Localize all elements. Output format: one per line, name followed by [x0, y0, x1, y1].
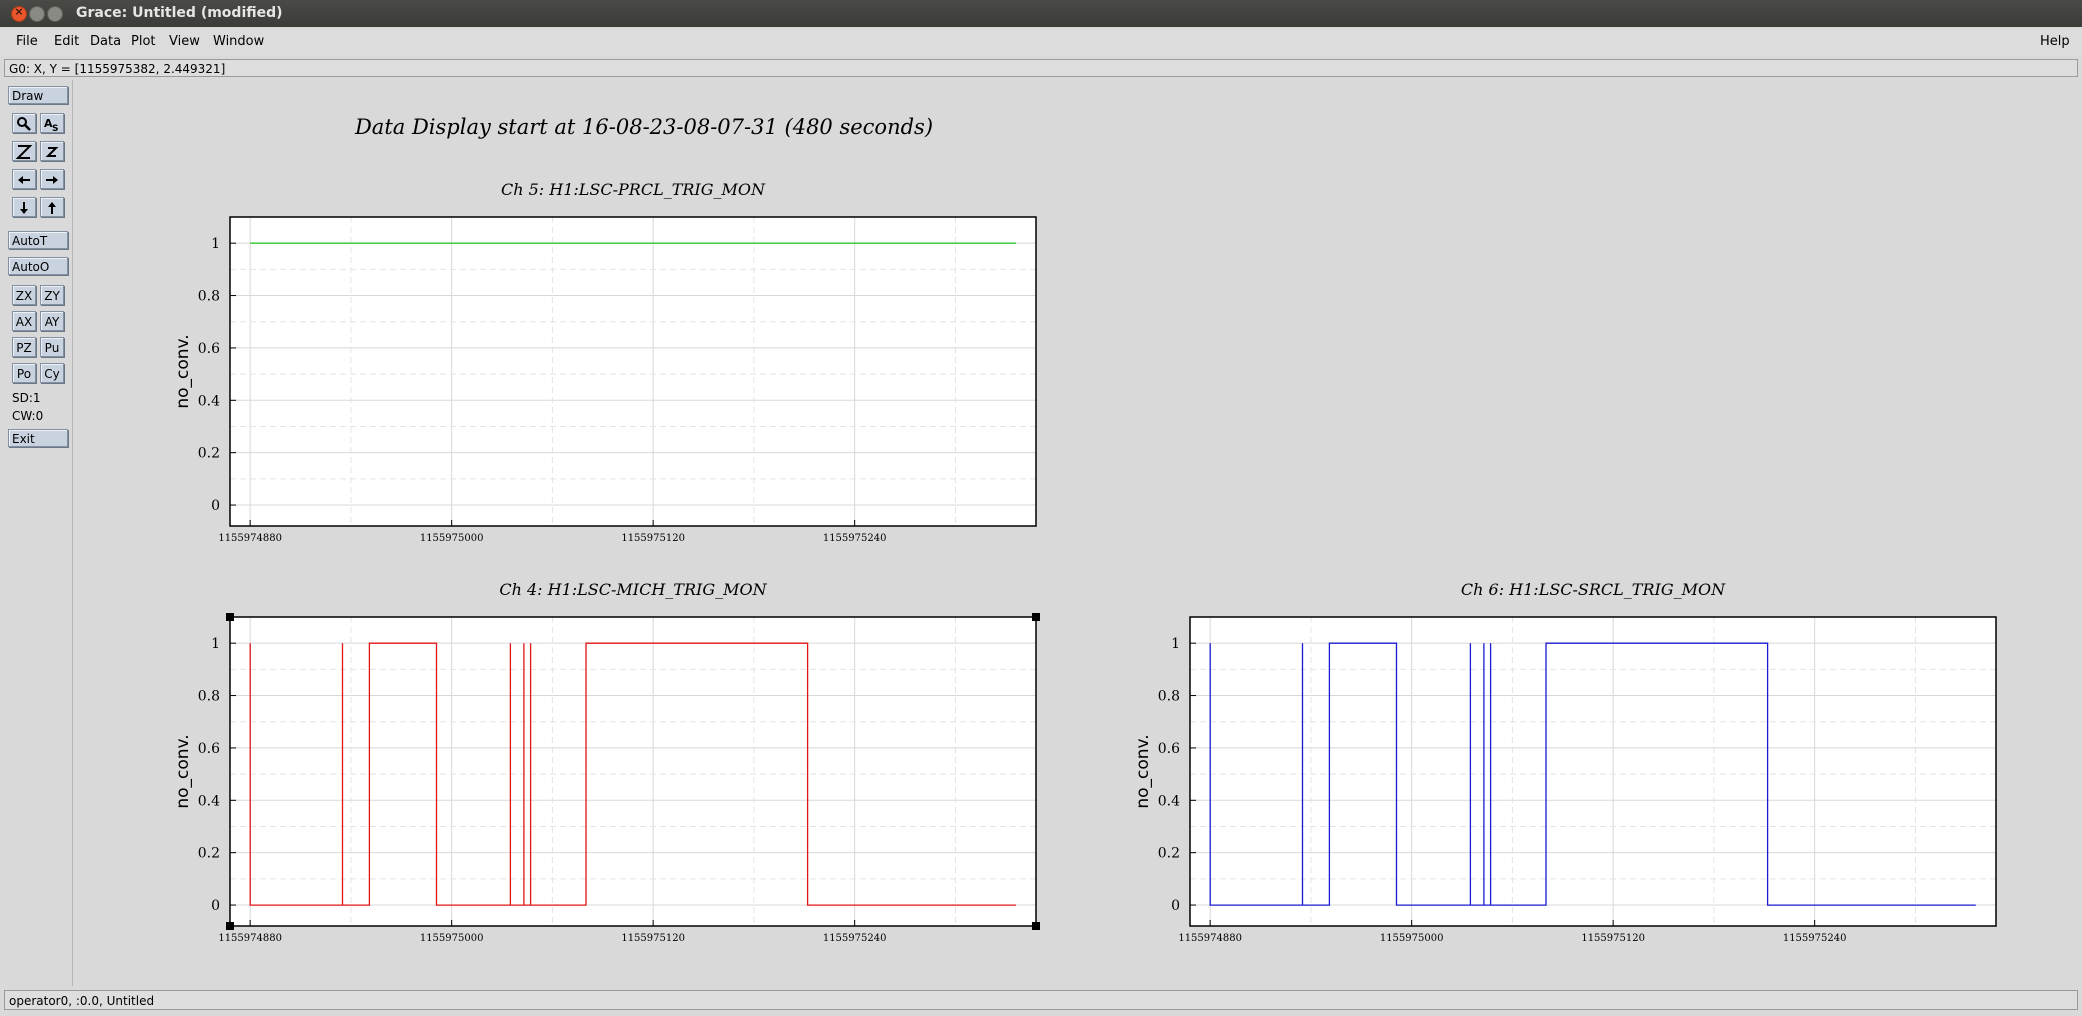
plot-area: Data Display start at 16-08-23-08-07-31 …	[173, 115, 1997, 944]
scroll-left-button[interactable]	[12, 169, 36, 189]
close-window-button[interactable]: ×	[11, 5, 27, 22]
y-tick-label: 0.2	[198, 846, 220, 862]
cy-button[interactable]: Cy	[40, 363, 64, 383]
pz-button[interactable]: PZ	[12, 337, 36, 357]
maximize-window-button[interactable]	[47, 6, 63, 22]
graph-title: Ch 5: H1:LSC-PRCL_TRIG_MON	[501, 180, 766, 199]
y-axis-label: no_conv.	[1133, 734, 1153, 808]
status-bar: operator0, :0.0, Untitled	[4, 990, 2078, 1010]
scroll-down-button[interactable]	[12, 197, 36, 217]
x-tick-label: 1155975000	[1380, 933, 1444, 944]
selection-handle[interactable]	[226, 613, 234, 621]
menu-edit[interactable]: Edit	[54, 34, 79, 49]
y-tick-label: 0.2	[198, 446, 220, 462]
minimize-window-button[interactable]	[29, 6, 45, 22]
pu-button[interactable]: Pu	[40, 337, 64, 357]
po-button[interactable]: Po	[12, 363, 36, 383]
y-tick-label: 0.2	[1158, 846, 1180, 862]
graph-0[interactable]: 1155974880 1155975000 1155975120 1155975240…	[173, 180, 1037, 544]
close-icon: ×	[14, 5, 24, 18]
x-tick-label: 1155975120	[621, 533, 685, 544]
draw-button[interactable]: Draw	[8, 86, 68, 104]
left-arrow-icon	[18, 176, 30, 184]
menubar: File Edit Data Plot View Window Help	[0, 29, 2082, 56]
y-tick-label: 0	[1171, 898, 1180, 914]
x-tick-label: 1155975240	[1783, 933, 1847, 944]
menu-window[interactable]: Window	[213, 34, 264, 49]
y-tick-label: 0.4	[1158, 793, 1180, 809]
selection-handle[interactable]	[1032, 922, 1040, 930]
x-tick-label: 1155975120	[1581, 933, 1645, 944]
autoscale-small-button[interactable]	[40, 141, 64, 161]
y-tick-label: 0.6	[1158, 741, 1180, 757]
y-tick-label: 0.8	[198, 289, 220, 305]
x-tick-label: 1155974880	[218, 933, 282, 944]
y-tick-label: 0.8	[1158, 689, 1180, 705]
y-axis-label: no_conv.	[173, 334, 193, 408]
up-arrow-icon	[48, 202, 56, 214]
y-tick-label: 0.6	[198, 341, 220, 357]
autot-button[interactable]: AutoT	[8, 231, 68, 249]
x-tick-label: 1155975000	[420, 933, 484, 944]
locator-display: G0: X, Y = [1155975382, 2.449321]	[4, 59, 2078, 77]
tool-panel: Draw A S AutoT AutoO ZX ZY AX AY PZ Pu P…	[4, 80, 73, 986]
window-title: Grace: Untitled (modified)	[76, 5, 283, 21]
y-tick-label: 0.4	[198, 793, 220, 809]
set-depth-label: SD:1	[12, 391, 41, 405]
down-arrow-icon	[20, 202, 28, 214]
y-tick-label: 0	[211, 898, 220, 914]
graph-title: Ch 4: H1:LSC-MICH_TRIG_MON	[499, 580, 767, 599]
x-tick-label: 1155975240	[823, 933, 887, 944]
zy-button[interactable]: ZY	[40, 285, 64, 305]
ax-button[interactable]: AX	[12, 311, 36, 331]
graph-title: Ch 6: H1:LSC-SRCL_TRIG_MON	[1461, 580, 1726, 599]
ay-button[interactable]: AY	[40, 311, 64, 331]
menu-file[interactable]: File	[16, 34, 38, 49]
graph-1[interactable]: 1155974880 1155975000 1155975120 1155975240…	[173, 580, 1040, 944]
y-axis-label: no_conv.	[173, 734, 193, 808]
z-large-icon	[16, 145, 32, 159]
svg-text:S: S	[52, 124, 58, 132]
y-tick-label: 0.8	[198, 689, 220, 705]
menu-plot[interactable]: Plot	[131, 34, 156, 49]
exit-button[interactable]: Exit	[8, 429, 68, 447]
x-tick-label: 1155974880	[218, 533, 282, 544]
y-tick-label: 0.6	[198, 741, 220, 757]
page-title: Data Display start at 16-08-23-08-07-31 …	[354, 115, 933, 139]
x-tick-label: 1155975000	[420, 533, 484, 544]
autoo-button[interactable]: AutoO	[8, 257, 68, 275]
window-titlebar: × Grace: Untitled (modified)	[0, 0, 2082, 27]
menu-data[interactable]: Data	[90, 34, 121, 49]
x-tick-label: 1155974880	[1178, 933, 1242, 944]
plot-canvas[interactable]: Data Display start at 16-08-23-08-07-31 …	[74, 80, 2078, 986]
y-tick-label: 1	[211, 236, 220, 252]
graph-2[interactable]: 1155974880 1155975000 1155975120 1155975240…	[1133, 580, 1997, 944]
zx-button[interactable]: ZX	[12, 285, 36, 305]
text-tool-button[interactable]: A S	[40, 113, 64, 133]
selection-handle[interactable]	[1032, 613, 1040, 621]
scroll-right-button[interactable]	[40, 169, 64, 189]
text-icon: A S	[44, 117, 58, 132]
menu-help[interactable]: Help	[2040, 34, 2070, 49]
scroll-up-button[interactable]	[40, 197, 64, 217]
y-tick-label: 1	[211, 636, 220, 652]
menu-view[interactable]: View	[169, 34, 200, 49]
current-world-label: CW:0	[12, 409, 44, 423]
selection-handle[interactable]	[226, 922, 234, 930]
x-tick-label: 1155975120	[621, 933, 685, 944]
magnifier-icon	[17, 117, 31, 131]
z-small-icon	[45, 147, 59, 157]
y-tick-label: 0	[211, 498, 220, 514]
y-tick-label: 0.4	[198, 393, 220, 409]
zoom-button[interactable]	[12, 113, 36, 133]
right-arrow-icon	[46, 176, 58, 184]
autoscale-button[interactable]	[12, 141, 36, 161]
y-tick-label: 1	[1171, 636, 1180, 652]
x-tick-label: 1155975240	[823, 533, 887, 544]
